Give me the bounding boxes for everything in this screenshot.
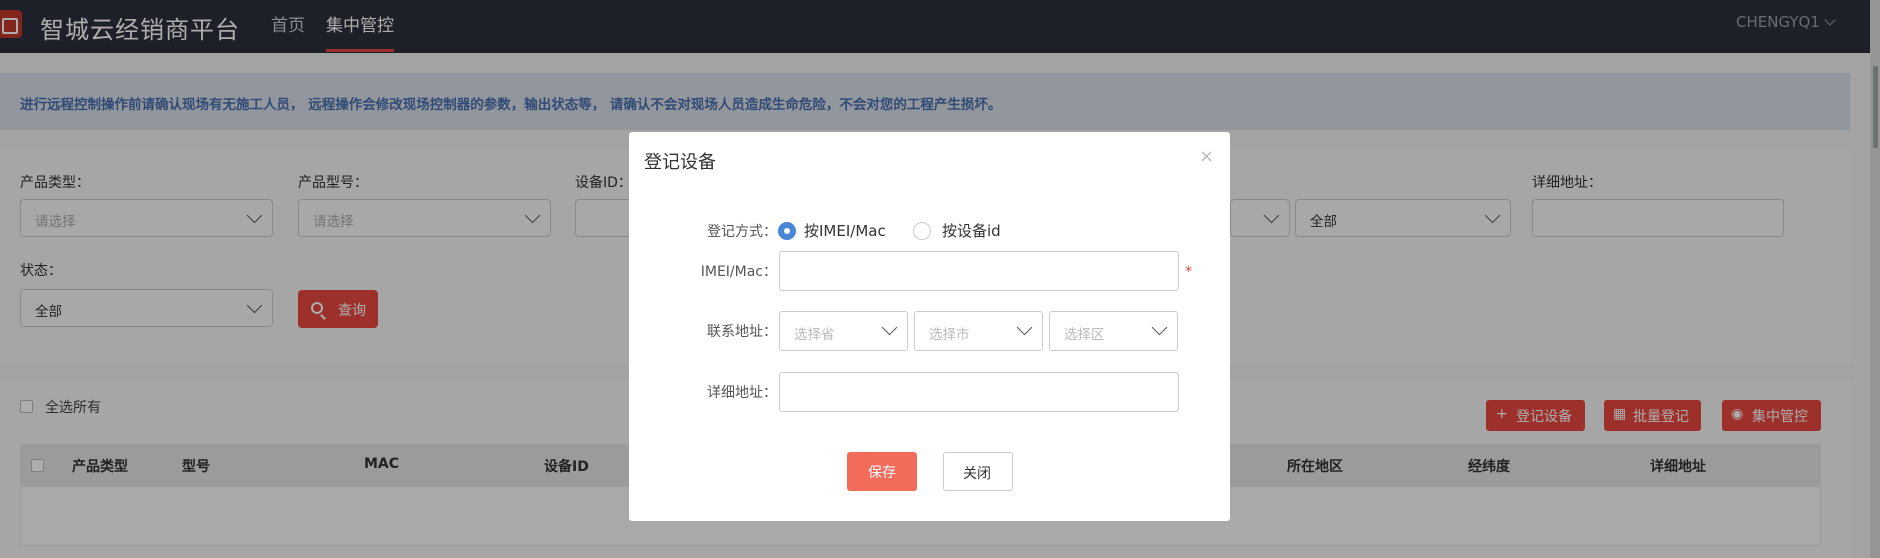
detail-address-input[interactable] [779,372,1179,412]
imei-mac-input[interactable] [779,251,1179,291]
province-placeholder: 选择省 [794,327,835,343]
chevron-down-icon [881,319,898,336]
dialog-title: 登记设备 [644,152,716,173]
detail-address-label: 详细地址： [707,385,777,401]
city-placeholder: 选择市 [929,327,970,343]
close-icon[interactable]: × [1199,146,1214,167]
save-button[interactable]: 保存 [847,452,917,491]
chevron-down-icon [1151,319,1168,336]
province-select[interactable]: 选择省 [779,311,908,351]
register-device-dialog: 登记设备 × 登记方式： 按IMEI/Mac 按设备id IMEI/Mac： *… [629,132,1230,521]
imei-mac-label: IMEI/Mac： [700,264,777,280]
save-button-label: 保存 [868,465,896,481]
district-placeholder: 选择区 [1064,327,1105,343]
radio-imei-mac[interactable] [778,222,796,240]
radio-device-id-label[interactable]: 按设备id [942,220,1001,241]
required-mark: * [1185,264,1192,280]
close-button-label: 关闭 [963,466,991,482]
radio-device-id[interactable] [913,222,931,240]
district-select[interactable]: 选择区 [1049,311,1178,351]
chevron-down-icon [1016,319,1033,336]
radio-imei-mac-label[interactable]: 按IMEI/Mac [804,220,886,241]
method-label: 登记方式： [707,224,777,240]
address-label: 联系地址： [707,324,777,340]
city-select[interactable]: 选择市 [914,311,1043,351]
close-button[interactable]: 关闭 [943,452,1013,491]
